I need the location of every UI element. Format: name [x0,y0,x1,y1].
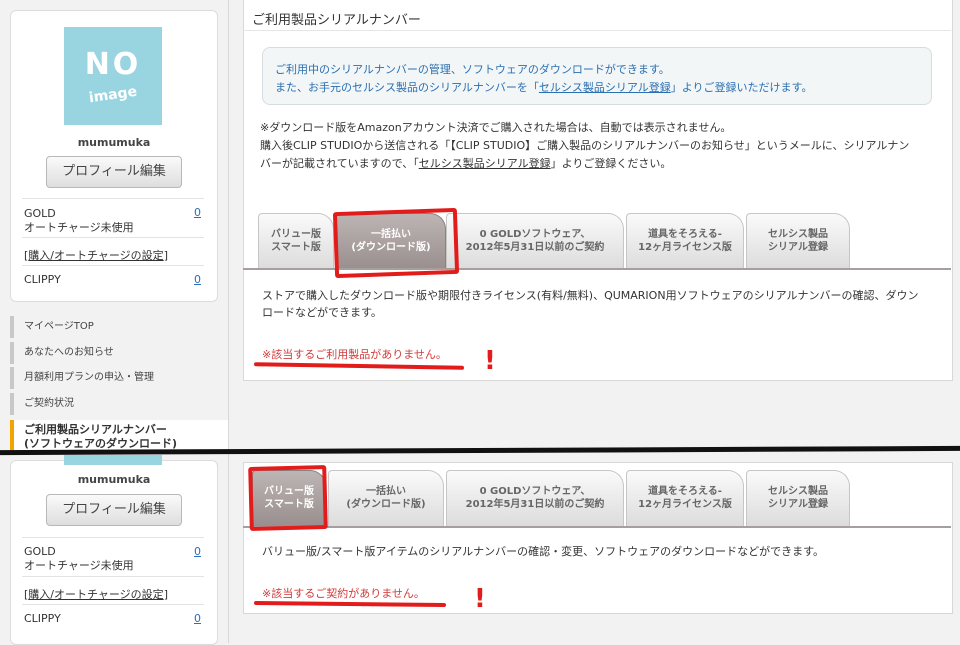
serial-register-link[interactable]: セルシス製品シリアル登録 [539,81,671,94]
menu-item-notifications[interactable]: あなたへのお知らせ [10,342,220,364]
tab-12month-license[interactable]: 道具をそろえる- 12ヶ月ライセンス版 [626,213,744,269]
divider [22,576,204,577]
divider [22,265,204,266]
username: mumumuka [77,136,151,149]
tab-gold-software[interactable]: 0 GOLDソフトウェア、 2012年5月31日以前のご契約 [446,213,624,269]
clippy-value[interactable]: 0 [194,612,201,625]
autocharge-status: オートチャージ未使用 [24,221,134,234]
divider [22,604,204,605]
gold-value[interactable]: 0 [194,206,201,219]
tab-gold-software[interactable]: 0 GOLDソフトウェア、 2012年5月31日以前のご契約 [446,470,624,526]
avatar: NO image [64,27,162,125]
note-text-3: バーが記載されていますので、「セルシス製品シリアル登録」よりご登録ください。 [260,155,671,171]
tab-label-1: 一括払い [366,486,406,497]
avatar [64,455,162,465]
menu-item-contract-status[interactable]: ご契約状況 [10,393,220,415]
tab-label-1: バリュー版 [271,229,321,240]
info-text-2: また、お手元のセルシス製品のシリアルナンバーを「セルシス製品シリアル登録」よりご… [275,79,812,95]
section-desc-1: ストアで購入したダウンロード版や期限付きライセンス(有料/無料)、QUMARIO… [262,289,919,302]
gold-value[interactable]: 0 [194,545,201,558]
exclamation-mark: ! [474,584,486,614]
tab-label-1: セルシス製品 [768,486,828,497]
no-products-warning: ※該当するご利用製品がありません。 [262,348,447,361]
tab-onetime-download[interactable]: 一括払い (ダウンロード版) [328,470,444,526]
avatar-text-image: image [87,83,139,107]
menu-active-line1: ご利用製品シリアルナンバー [24,423,167,436]
autocharge-status: オートチャージ未使用 [24,559,134,572]
info-text-2-pre: また、お手元のセルシス製品のシリアルナンバーを「 [275,81,539,94]
note-text-3-pre: バーが記載されていますので、「 [260,157,419,170]
divider [22,537,204,538]
note-text-1: ※ダウンロード版をAmazonアカウント決済でご購入された場合は、自動では表示さ… [260,121,732,134]
purchase-settings: [購入/オートチャージの設定] [24,247,168,263]
purchase-settings: [購入/オートチャージの設定] [24,586,168,602]
tab-serial-register[interactable]: セルシス製品 シリアル登録 [746,213,850,269]
tab-label-2: シリアル登録 [768,242,828,253]
profile-edit-button[interactable]: プロフィール編集 [46,494,182,526]
divider [22,237,204,238]
purchase-settings-link[interactable]: 購入/オートチャージの設定 [28,249,163,262]
tab-12month-license[interactable]: 道具をそろえる- 12ヶ月ライセンス版 [626,470,744,526]
tab-value-smart[interactable]: バリュー版スマート版 [258,213,334,269]
highlight-box [248,464,328,532]
serial-register-link-2[interactable]: セルシス製品シリアル登録 [419,157,551,170]
tab-label-2: 2012年5月31日以前のご契約 [465,242,605,253]
tab-label-2: シリアル登録 [768,499,828,510]
clippy-value[interactable]: 0 [194,273,201,286]
username: mumumuka [77,473,151,486]
avatar-text-no: NO [84,47,142,82]
tab-label-2: スマート版 [271,242,321,253]
divider [243,30,951,31]
exclamation-mark: ! [484,346,496,376]
page-title: ご利用製品シリアルナンバー [252,13,421,28]
tab-label-2: 2012年5月31日以前のご契約 [465,499,605,510]
tab-serial-register[interactable]: セルシス製品 シリアル登録 [746,470,850,526]
purchase-settings-link[interactable]: 購入/オートチャージの設定 [28,588,163,601]
tab-label-1: 0 GOLDソフトウェア、 [479,486,591,497]
tab-label-1: 0 GOLDソフトウェア、 [479,229,591,240]
section-desc: バリュー版/スマート版アイテムのシリアルナンバーの確認・変更、ソフトウェアのダウ… [262,545,825,558]
profile-edit-button[interactable]: プロフィール編集 [46,156,182,188]
info-text-2-post: 」よりご登録いただけます。 [670,81,813,94]
tab-label-2: (ダウンロード版) [346,499,426,510]
menu-item-monthly-plan[interactable]: 月額利用プランの申込・管理 [10,367,220,389]
note-text-3-post: 」よりご登録ください。 [550,157,672,170]
section-desc-2: ロードなどができます。 [262,306,382,319]
menu-item-mypage-top[interactable]: マイページTOP [10,316,220,338]
info-text-1: ご利用中のシリアルナンバーの管理、ソフトウェアのダウンロードができます。 [275,63,670,76]
note-text-2: 購入後CLIP STUDIOから送信される「【CLIP STUDIO】ご購入製品… [260,139,910,152]
tab-bar-rule [243,526,951,528]
clippy-label: CLIPPY [24,612,61,625]
tab-label-1: 道具をそろえる- [648,486,722,497]
tab-label-1: セルシス製品 [768,229,828,240]
tab-label-2: 12ヶ月ライセンス版 [638,242,732,253]
clippy-label: CLIPPY [24,273,61,286]
tab-label-1: 道具をそろえる- [648,229,722,240]
no-contracts-warning: ※該当するご契約がありません。 [262,587,425,600]
tab-label-2: 12ヶ月ライセンス版 [638,499,732,510]
highlight-box [332,207,460,279]
bracket-close: ] [163,249,168,262]
divider [22,198,204,199]
bracket-close: ] [163,588,168,601]
